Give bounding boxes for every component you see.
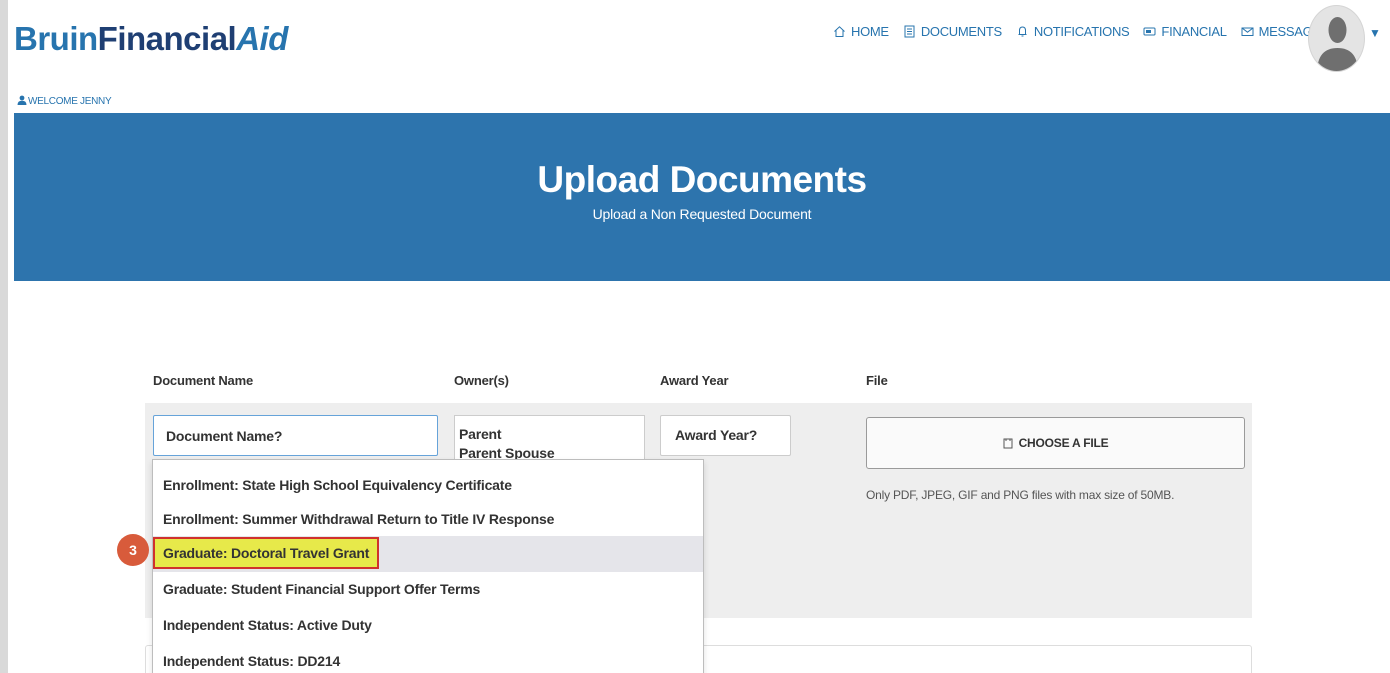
- page-title: Upload Documents: [537, 159, 867, 200]
- column-header-owners: Owner(s): [454, 373, 509, 388]
- nav-financial[interactable]: FINANCIAL: [1143, 24, 1227, 39]
- avatar-dropdown-caret[interactable]: ▼: [1369, 26, 1381, 40]
- left-edge-strip: [0, 0, 8, 673]
- avatar[interactable]: [1308, 5, 1365, 72]
- choose-file-label: CHOOSE A FILE: [1018, 436, 1109, 450]
- selected-option-text: Graduate: Doctoral Travel Grant: [153, 537, 380, 569]
- top-nav: HOME DOCUMENTS NOTIFICATIONS FINANCIAL M…: [833, 24, 1343, 39]
- home-icon: [834, 26, 845, 37]
- nav-documents-label: DOCUMENTS: [920, 24, 1002, 39]
- owners-select[interactable]: Parent Parent Spouse: [454, 415, 645, 460]
- column-header-file: File: [866, 373, 888, 388]
- dropdown-option[interactable]: Enrollment: State High School Equivalenc…: [153, 468, 703, 504]
- owner-option-parent-spouse[interactable]: Parent Spouse: [459, 444, 640, 459]
- nav-notifications-label: NOTIFICATIONS: [1033, 24, 1130, 39]
- logo-part-financial: Financial: [97, 20, 237, 57]
- column-header-document-name: Document Name: [153, 373, 253, 388]
- documents-icon: [904, 25, 915, 38]
- nav-documents[interactable]: DOCUMENTS: [903, 24, 1002, 39]
- page-subtitle: Upload a Non Requested Document: [592, 206, 812, 222]
- nav-home-label: HOME: [851, 24, 889, 39]
- user-silhouette-icon: [1317, 17, 1358, 71]
- nav-notifications[interactable]: NOTIFICATIONS: [1016, 24, 1130, 39]
- step-number-badge: 3: [117, 534, 149, 566]
- welcome-text: WELCOME JENNY: [28, 96, 112, 107]
- page-banner: Upload Documents Upload a Non Requested …: [14, 113, 1390, 281]
- column-header-award-year: Award Year: [660, 373, 729, 388]
- envelope-icon: [1241, 27, 1254, 36]
- choose-file-button[interactable]: CHOOSE A FILE: [866, 417, 1245, 469]
- logo-part-aid: Aid: [236, 20, 288, 57]
- nav-home[interactable]: HOME: [833, 24, 889, 39]
- welcome-user: WELCOME JENNY: [17, 95, 112, 107]
- dropdown-option[interactable]: Enrollment: Summer Withdrawal Return to …: [153, 502, 703, 538]
- dropdown-option[interactable]: Independent Status: Active Duty: [153, 608, 703, 644]
- nav-financial-label: FINANCIAL: [1161, 24, 1227, 39]
- file-icon: [1003, 438, 1013, 448]
- person-icon: [17, 95, 27, 105]
- document-name-dropdown: Enrollment: State High School Equivalenc…: [152, 459, 704, 673]
- owner-option-parent[interactable]: Parent: [459, 425, 640, 444]
- award-year-input[interactable]: Award Year?: [660, 415, 791, 456]
- bell-icon: [1018, 26, 1027, 37]
- file-type-note: Only PDF, JPEG, GIF and PNG files with m…: [866, 488, 1175, 502]
- financial-icon: [1143, 27, 1156, 36]
- dropdown-option[interactable]: Independent Status: DD214: [153, 644, 703, 673]
- dropdown-option-selected[interactable]: Graduate: Doctoral Travel Grant: [153, 536, 703, 572]
- page: BruinFinancialAid WELCOME JENNY HOME DOC…: [0, 0, 1390, 673]
- logo-part-bruin: Bruin: [14, 20, 98, 57]
- document-name-input[interactable]: Document Name?: [153, 415, 438, 456]
- dropdown-option[interactable]: Graduate: Student Financial Support Offe…: [153, 572, 703, 608]
- brand-logo[interactable]: BruinFinancialAid: [14, 20, 288, 58]
